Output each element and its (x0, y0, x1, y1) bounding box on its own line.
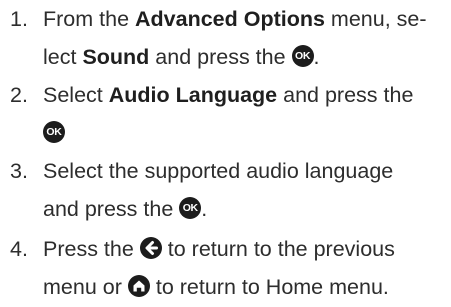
menu-name-advanced-options: Advanced Options (135, 7, 325, 31)
text-run: From the (43, 7, 135, 31)
ok-button-icon: OK (291, 45, 314, 67)
back-arrow-icon (139, 237, 162, 259)
step-line: Select the supported audio language (43, 152, 448, 190)
step-line: Select Audio Language and press the (43, 76, 448, 114)
ok-icon-label: OK (294, 50, 311, 62)
step-line: From the Advanced Options menu, se- (43, 0, 448, 38)
step-line: lect Sound and press the OK. (43, 38, 448, 76)
step-text: Press the to return to the previous menu… (43, 230, 448, 306)
ok-icon-label: OK (182, 202, 198, 214)
menu-name-audio-language: Audio Language (108, 83, 278, 107)
step-number: 4. (10, 237, 28, 261)
ok-icon-label: OK (46, 126, 62, 138)
text-run: to return to Home menu. (155, 275, 389, 299)
step-text: From the Advanced Options menu, se- lect… (43, 0, 448, 76)
step-text: Select the supported audio language and … (43, 152, 448, 228)
text-run: and press the (43, 197, 180, 221)
text-run: menu, se- (324, 7, 427, 31)
step-line: and press the OK. (43, 190, 448, 228)
text-run: Select (43, 83, 109, 107)
text-run: and press the (149, 45, 292, 69)
home-icon (127, 275, 150, 297)
menu-name-sound: Sound (82, 45, 150, 69)
text-run: Select the supported audio language (43, 159, 394, 183)
step-line: OK (43, 114, 448, 152)
text-run: Press the (43, 237, 140, 261)
text-run: lect (43, 45, 83, 69)
step-number: 2. (10, 83, 28, 107)
step-number: 1. (10, 7, 28, 31)
ok-button-icon: OK (43, 121, 65, 143)
text-run: menu or (43, 275, 128, 299)
ok-button-icon: OK (179, 197, 202, 219)
step-line: Press the to return to the previous (43, 230, 448, 268)
text-run: to return to the previous (167, 237, 395, 261)
text-run: . (313, 45, 320, 69)
step-text: Select Audio Language and press the OK (43, 76, 448, 152)
text-run: . (201, 197, 208, 221)
text-run: and press the (277, 83, 414, 107)
step-number: 3. (10, 159, 28, 183)
step-line: menu or to return to Home menu. (43, 268, 448, 306)
